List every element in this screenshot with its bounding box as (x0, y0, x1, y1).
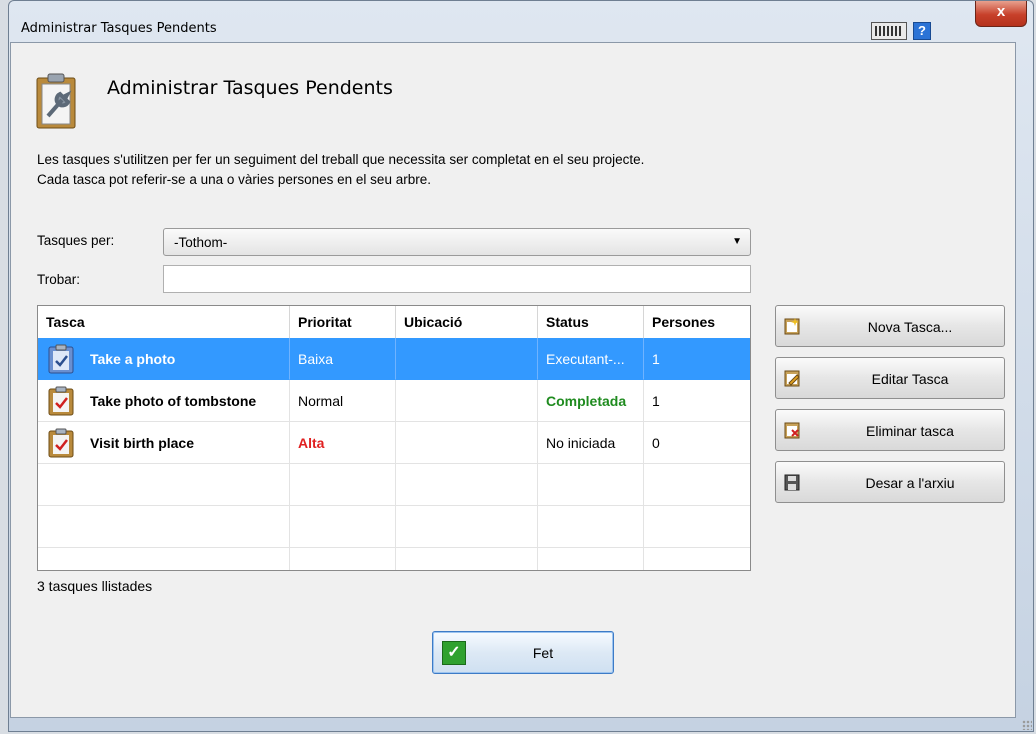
task-cell: Take a photo (38, 338, 290, 380)
priority-cell: Alta (290, 422, 396, 464)
status-cell: Executant-... (538, 338, 644, 380)
task-count-label: 3 tasques llistades (37, 578, 153, 594)
column-header-task[interactable]: Tasca (38, 306, 290, 338)
task-clipboard-icon (48, 428, 74, 458)
status-cell: No iniciada (538, 422, 644, 464)
task-cell: Visit birth place (38, 422, 290, 464)
find-input[interactable] (163, 265, 751, 293)
location-cell (396, 380, 538, 422)
table-row[interactable]: Take a photo Baixa Executant-... 1 (38, 338, 750, 380)
delete-task-button[interactable]: Eliminar tasca (775, 409, 1005, 451)
check-icon: ✓ (442, 641, 466, 665)
task-manager-icon (36, 73, 76, 129)
table-row[interactable]: Visit birth place Alta No iniciada 0 (38, 422, 750, 464)
done-button[interactable]: ✓ Fet (432, 631, 614, 674)
priority-cell: Baixa (290, 338, 396, 380)
save-to-file-button[interactable]: Desar a l'arxiu (775, 461, 1005, 503)
window-title: Administrar Tasques Pendents (21, 21, 217, 36)
column-header-priority[interactable]: Prioritat (290, 306, 396, 338)
done-label: Fet (532, 645, 554, 661)
edit-task-button[interactable]: Editar Tasca (775, 357, 1005, 399)
empty-row (38, 506, 750, 548)
delete-task-label: Eliminar tasca (866, 423, 954, 439)
column-header-persons[interactable]: Persones (644, 306, 750, 338)
find-label: Trobar: (37, 272, 81, 287)
location-cell (396, 338, 538, 380)
column-header-location[interactable]: Ubicació (396, 306, 538, 338)
edit-task-icon (784, 370, 800, 387)
description-line-2: Cada tasca pot referir-se a una o vàries… (37, 172, 431, 187)
save-disk-icon (784, 474, 800, 491)
empty-row (38, 548, 750, 570)
location-cell (396, 422, 538, 464)
task-table[interactable]: Tasca Prioritat Ubicació Status Persones… (37, 305, 751, 571)
persons-cell: 1 (644, 380, 750, 422)
empty-row (38, 464, 750, 506)
column-header-status[interactable]: Status (538, 306, 644, 338)
table-row[interactable]: Take photo of tombstone Normal Completad… (38, 380, 750, 422)
resize-grip-icon[interactable] (1022, 720, 1032, 730)
new-task-label: Nova Tasca... (867, 319, 953, 335)
status-cell: Completada (538, 380, 644, 422)
new-task-icon (784, 318, 800, 335)
persons-cell: 1 (644, 338, 750, 380)
table-header: Tasca Prioritat Ubicació Status Persones (38, 306, 750, 338)
task-clipboard-icon (48, 344, 74, 374)
page-title: Administrar Tasques Pendents (107, 77, 393, 99)
help-icon[interactable]: ? (913, 22, 931, 40)
new-task-button[interactable]: Nova Tasca... (775, 305, 1005, 347)
task-name: Take photo of tombstone (90, 393, 257, 409)
tasks-by-value: -Tothom- (174, 235, 228, 250)
task-name: Visit birth place (90, 435, 194, 451)
description-line-1: Les tasques s'utilitzen per fer un segui… (37, 152, 645, 167)
task-name: Take a photo (90, 351, 176, 367)
delete-task-icon (784, 422, 800, 439)
task-cell: Take photo of tombstone (38, 380, 290, 422)
priority-cell: Normal (290, 380, 396, 422)
keyboard-icon[interactable] (871, 22, 907, 40)
persons-cell: 0 (644, 422, 750, 464)
task-clipboard-icon (48, 386, 74, 416)
tasks-by-dropdown[interactable]: -Tothom- ▼ (163, 228, 751, 256)
edit-task-label: Editar Tasca (871, 371, 949, 387)
chevron-down-icon: ▼ (732, 236, 742, 247)
close-button[interactable]: x (975, 1, 1027, 27)
save-to-file-label: Desar a l'arxiu (865, 475, 955, 491)
tasks-by-label: Tasques per: (37, 233, 115, 248)
